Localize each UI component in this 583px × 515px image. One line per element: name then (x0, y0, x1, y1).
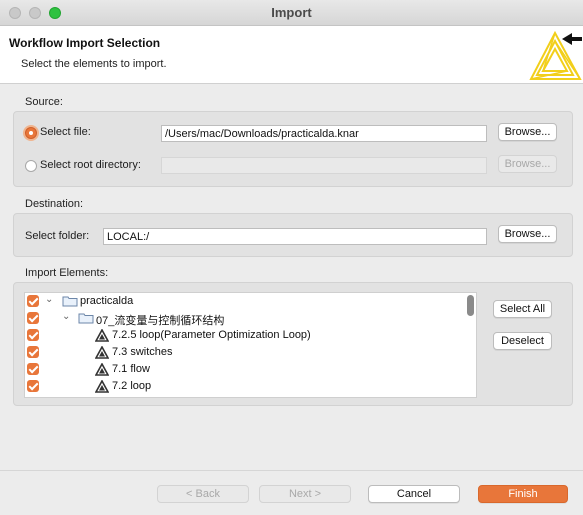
wizard-banner: Workflow Import Selection Select the ele… (0, 26, 583, 84)
tree-checkbox[interactable] (27, 380, 39, 392)
expand-chevron-icon[interactable]: ⌄ (62, 312, 72, 322)
footer-divider (0, 470, 583, 471)
expand-chevron-icon[interactable]: ⌄ (45, 295, 55, 305)
tree-row-workflow[interactable]: 7.1 flow (25, 361, 465, 378)
select-folder-input[interactable]: LOCAL:/ (103, 228, 487, 245)
knime-wizard-logo-icon (529, 30, 582, 80)
select-all-button[interactable]: Select All (493, 300, 552, 318)
select-root-directory-radio[interactable] (25, 160, 37, 172)
browse-root-directory-button[interactable]: Browse... (498, 155, 557, 173)
banner-title: Workflow Import Selection (9, 36, 161, 50)
tree-item-label: 7.2.5 loop(Parameter Optimization Loop) (112, 329, 311, 341)
workflow-icon (95, 346, 109, 359)
select-file-radio[interactable] (25, 127, 37, 139)
browse-file-button[interactable]: Browse... (498, 123, 557, 141)
workflow-icon (95, 380, 109, 393)
tree-item-label: 7.3 switches (112, 346, 173, 358)
select-root-directory-input[interactable] (161, 157, 487, 174)
title-bar: Import (0, 0, 583, 26)
workflow-icon (95, 363, 109, 376)
tree-checkbox[interactable] (27, 346, 39, 358)
deselect-button[interactable]: Deselect (493, 332, 552, 350)
import-elements-group-label: Import Elements: (25, 267, 109, 279)
import-elements-tree[interactable]: ⌄ practicalda ⌄ 07_流变量与控制循环结构 7.2.5 loop… (24, 292, 477, 398)
window-title: Import (271, 5, 312, 20)
tree-row-workflow[interactable]: 7.2.5 loop(Parameter Optimization Loop) (25, 327, 465, 344)
tree-row-workflow[interactable]: 7.2 loop (25, 378, 465, 395)
tree-checkbox[interactable] (27, 363, 39, 375)
finish-button[interactable]: Finish (478, 485, 568, 503)
banner-description: Select the elements to import. (21, 58, 167, 70)
tree-scrollbar-thumb[interactable] (467, 295, 474, 316)
tree-checkbox[interactable] (27, 312, 39, 324)
folder-icon (62, 296, 78, 307)
select-file-label: Select file: (40, 126, 91, 138)
tree-row-folder-07[interactable]: ⌄ 07_流变量与控制循环结构 (25, 310, 465, 327)
cancel-button[interactable]: Cancel (368, 485, 460, 503)
folder-icon (78, 313, 94, 324)
tree-item-label: practicalda (80, 295, 134, 307)
select-file-input[interactable]: /Users/mac/Downloads/practicalda.knar (161, 125, 487, 142)
tree-row-workflow[interactable]: 7.3 switches (25, 344, 465, 361)
back-button[interactable]: < Back (157, 485, 249, 503)
tree-item-label: 7.1 flow (112, 363, 150, 375)
next-button[interactable]: Next > (259, 485, 351, 503)
browse-folder-button[interactable]: Browse... (498, 225, 557, 243)
source-group-label: Source: (25, 96, 63, 108)
workflow-icon (95, 329, 109, 342)
source-group (13, 111, 573, 187)
tree-row-practicalda[interactable]: ⌄ practicalda (25, 293, 465, 310)
tree-checkbox[interactable] (27, 295, 39, 307)
select-root-directory-label: Select root directory: (40, 159, 141, 171)
destination-group-label: Destination: (25, 198, 84, 210)
select-folder-label: Select folder: (25, 230, 90, 242)
tree-item-label: 07_流变量与控制循环结构 (96, 315, 225, 327)
tree-checkbox[interactable] (27, 329, 39, 341)
tree-item-label: 7.2 loop (112, 380, 152, 392)
